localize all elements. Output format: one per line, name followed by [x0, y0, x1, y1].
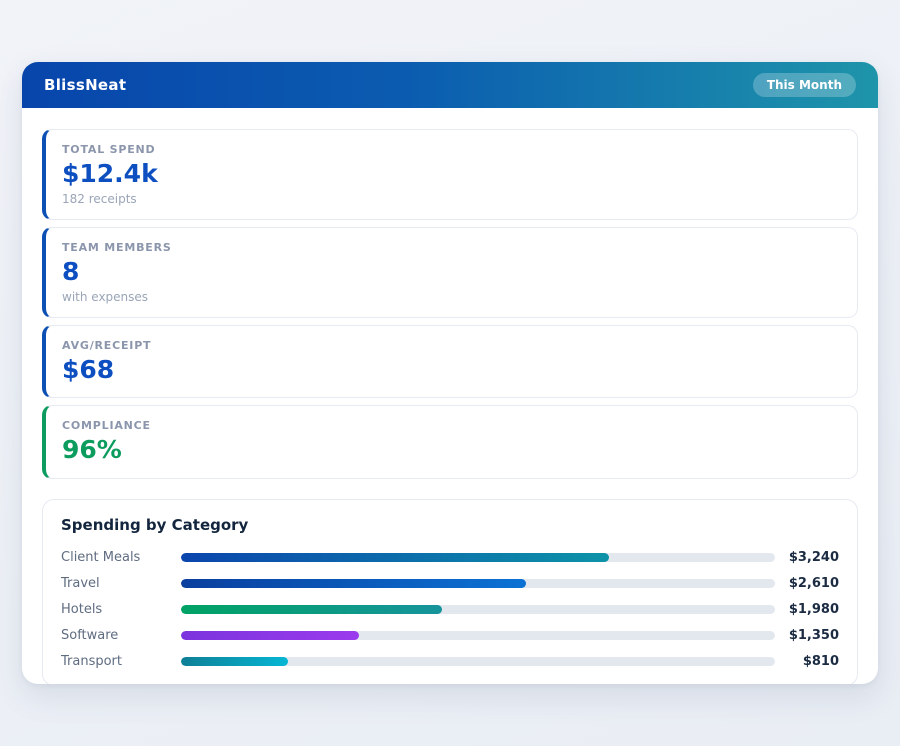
stat-card-total-spend: TOTAL SPEND $12.4k 182 receipts	[42, 129, 858, 220]
bar-fill	[181, 605, 443, 614]
category-label: Transport	[61, 654, 123, 669]
period-badge[interactable]: This Month	[752, 73, 856, 97]
spending-row-software: Software $1,350	[61, 628, 839, 643]
stat-label: TEAM MEMBERS	[62, 240, 172, 254]
spending-row-transport: Transport $810	[61, 654, 839, 669]
dashboard-body: TOTAL SPEND $12.4k 182 receipts TEAM MEM…	[22, 108, 878, 684]
stat-value: $12.4k	[62, 159, 158, 188]
category-amount: $3,240	[788, 550, 839, 565]
stat-value: $68	[62, 354, 115, 384]
spending-panel-title: Spending by Category	[61, 516, 249, 534]
stat-label: AVG/RECEIPT	[62, 338, 152, 352]
spending-row-hotels: Hotels $1,980	[61, 602, 839, 617]
spending-by-category-panel: Spending by Category Client Meals $3,240…	[42, 499, 858, 684]
stat-label: COMPLIANCE	[62, 419, 151, 433]
category-label: Software	[61, 628, 119, 643]
spending-row-travel: Travel $2,610	[61, 576, 839, 591]
category-amount: $810	[802, 654, 839, 669]
category-label: Travel	[61, 576, 100, 591]
bar-fill	[181, 579, 526, 588]
bar-track	[181, 657, 775, 666]
bar-fill	[181, 631, 360, 640]
dashboard-card: BlissNeat This Month TOTAL SPEND $12.4k …	[22, 62, 878, 684]
stat-card-compliance: COMPLIANCE 96%	[42, 405, 858, 479]
bar-track	[181, 631, 775, 640]
spending-row-client-meals: Client Meals $3,240	[61, 550, 839, 565]
stat-card-team-members: TEAM MEMBERS 8 with expenses	[42, 226, 858, 318]
stat-subtext: 182 receipts	[62, 191, 137, 206]
stat-value: 96%	[62, 435, 122, 465]
category-amount: $1,350	[788, 628, 839, 643]
stat-subtext: with expenses	[62, 289, 149, 304]
bar-fill	[181, 553, 609, 562]
stat-value: 8	[62, 256, 80, 286]
app-header: BlissNeat This Month	[22, 62, 878, 108]
bar-track	[181, 553, 775, 562]
category-label: Client Meals	[61, 550, 141, 565]
category-label: Hotels	[61, 602, 103, 617]
stat-card-avg-receipt: AVG/RECEIPT $68	[42, 324, 858, 399]
bar-fill	[181, 657, 288, 666]
category-amount: $1,980	[788, 602, 839, 617]
category-amount: $2,610	[788, 576, 839, 591]
bar-track	[181, 605, 775, 614]
bar-track	[181, 579, 775, 588]
app-title: BlissNeat	[44, 76, 127, 94]
stat-label: TOTAL SPEND	[62, 143, 156, 156]
